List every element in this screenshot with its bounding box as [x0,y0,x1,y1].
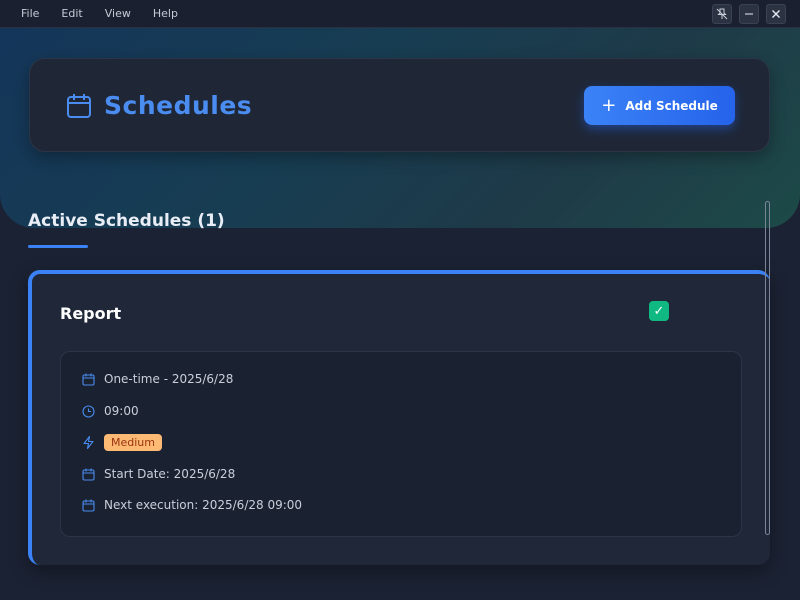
calendar-icon [82,499,95,512]
next-execution-row: Next execution: 2025/6/28 09:00 [82,498,302,512]
enabled-checkbox[interactable]: ✓ [649,301,669,321]
minimize-icon [745,13,753,15]
header-card: Schedules + Add Schedule [29,58,770,152]
section-underline [28,245,88,248]
next-execution-text: Next execution: 2025/6/28 09:00 [104,498,303,512]
menu-edit[interactable]: Edit [50,0,93,28]
schedule-name: Report [60,304,122,323]
plus-icon: + [601,95,617,116]
minimize-button[interactable] [739,4,759,24]
close-button[interactable] [766,4,786,24]
window-controls [712,4,786,24]
frequency-row: One-time - 2025/6/28 [82,372,233,386]
frequency-text: One-time - 2025/6/28 [104,372,234,386]
unpin-icon [716,8,728,20]
section-title: Active Schedules (1) [28,211,225,231]
add-schedule-label: Add Schedule [625,98,718,113]
schedule-details: One-time - 2025/6/28 09:00 Medium Start … [60,351,742,537]
priority-badge: Medium [104,434,162,451]
time-text: 09:00 [104,404,139,418]
menu-view[interactable]: View [94,0,142,28]
time-row: 09:00 [82,404,139,418]
start-date-text: Start Date: 2025/6/28 [104,467,236,481]
start-date-row: Start Date: 2025/6/28 [82,467,235,481]
clock-icon [82,404,95,418]
menu-help[interactable]: Help [142,0,189,28]
priority-row: Medium [82,434,162,451]
add-schedule-button[interactable]: + Add Schedule [584,86,735,125]
page-title: Schedules [104,91,253,120]
lightning-icon [83,436,94,449]
page-title-group: Schedules [66,91,252,120]
pin-button[interactable] [712,4,732,24]
calendar-icon [82,468,95,481]
menu-file[interactable]: File [10,0,50,28]
scrollbar[interactable] [765,201,770,535]
schedule-card[interactable]: Report ✓ One-time - 2025/6/28 09:00 Medi… [28,270,770,565]
calendar-icon [67,93,91,118]
close-icon [772,10,780,18]
menubar: File Edit View Help [0,0,800,28]
calendar-icon [82,373,95,386]
